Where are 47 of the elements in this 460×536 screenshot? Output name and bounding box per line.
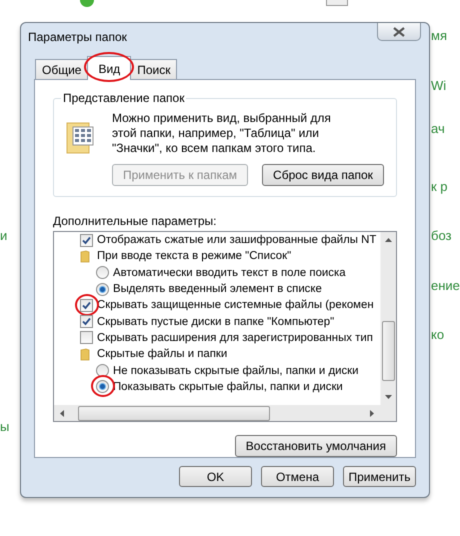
tab[interactable]: Общие bbox=[35, 59, 88, 79]
background-text: ение bbox=[431, 278, 460, 293]
vertical-scrollbar[interactable] bbox=[380, 232, 396, 405]
radio-button[interactable] bbox=[96, 282, 109, 296]
down-arrow-icon[interactable] bbox=[385, 395, 392, 399]
background-text: Wi bbox=[431, 78, 446, 93]
left-arrow-icon[interactable] bbox=[60, 410, 64, 416]
background-text: и bbox=[0, 228, 8, 243]
description-text: Можно применить вид, выбранный для этой папки, например, "Таблица" или "Значки", ко всем папкам этого типа. bbox=[112, 111, 332, 156]
option-label: Отображать сжатые или зашифрованные файлы NT bbox=[97, 234, 376, 246]
folder-icon bbox=[80, 250, 90, 263]
section-label: Дополнительные параметры: bbox=[53, 214, 218, 228]
radio-button[interactable] bbox=[96, 266, 109, 280]
scroll-thumb[interactable] bbox=[78, 406, 270, 420]
scroll-thumb[interactable] bbox=[382, 321, 395, 381]
background-text: мя bbox=[431, 28, 447, 43]
radio-button[interactable] bbox=[96, 364, 109, 378]
group-title: Представление папок bbox=[61, 91, 186, 105]
checkbox[interactable] bbox=[80, 315, 93, 328]
option-label: Скрывать пустые диски в папке "Компьютер" bbox=[97, 316, 334, 328]
background-text: ко bbox=[431, 327, 444, 342]
option-label: Не показывать скрытые файлы, папки и диски bbox=[113, 364, 358, 377]
checkbox[interactable] bbox=[80, 331, 93, 344]
folder-icon bbox=[80, 348, 90, 361]
dialog-button[interactable]: Применить bbox=[343, 466, 416, 487]
option-label: Скрывать расширения для зарегистрированных тип bbox=[97, 332, 373, 344]
close-icon bbox=[393, 26, 405, 36]
dialog-button[interactable]: Отмена bbox=[261, 466, 334, 487]
right-arrow-icon[interactable] bbox=[370, 410, 374, 416]
background-text: ач bbox=[431, 121, 445, 136]
dialog-button[interactable]: OK bbox=[179, 466, 252, 487]
checkbox[interactable] bbox=[80, 234, 93, 247]
window-title: Параметры папок bbox=[28, 30, 127, 44]
background-text: к р bbox=[431, 179, 448, 194]
checkbox[interactable] bbox=[80, 298, 93, 312]
up-arrow-icon[interactable] bbox=[385, 238, 392, 242]
option-label: При вводе текста в режиме "Список" bbox=[97, 250, 292, 262]
option-label: Выделять введенный элемент в списке bbox=[113, 283, 322, 296]
folder-view-button[interactable]: Сброс вида папок bbox=[262, 164, 384, 186]
close-button[interactable] bbox=[377, 23, 421, 41]
tab[interactable]: Поиск bbox=[130, 59, 178, 79]
background-text: ы bbox=[0, 419, 10, 434]
restore-defaults-button[interactable]: Восстановить умолчания bbox=[234, 435, 397, 457]
background-text: боз bbox=[431, 228, 452, 243]
option-label: Автоматически вводить текст в поле поиска bbox=[113, 266, 346, 279]
option-label: Скрытые файлы и папки bbox=[97, 348, 228, 360]
radio-button[interactable] bbox=[96, 380, 109, 394]
